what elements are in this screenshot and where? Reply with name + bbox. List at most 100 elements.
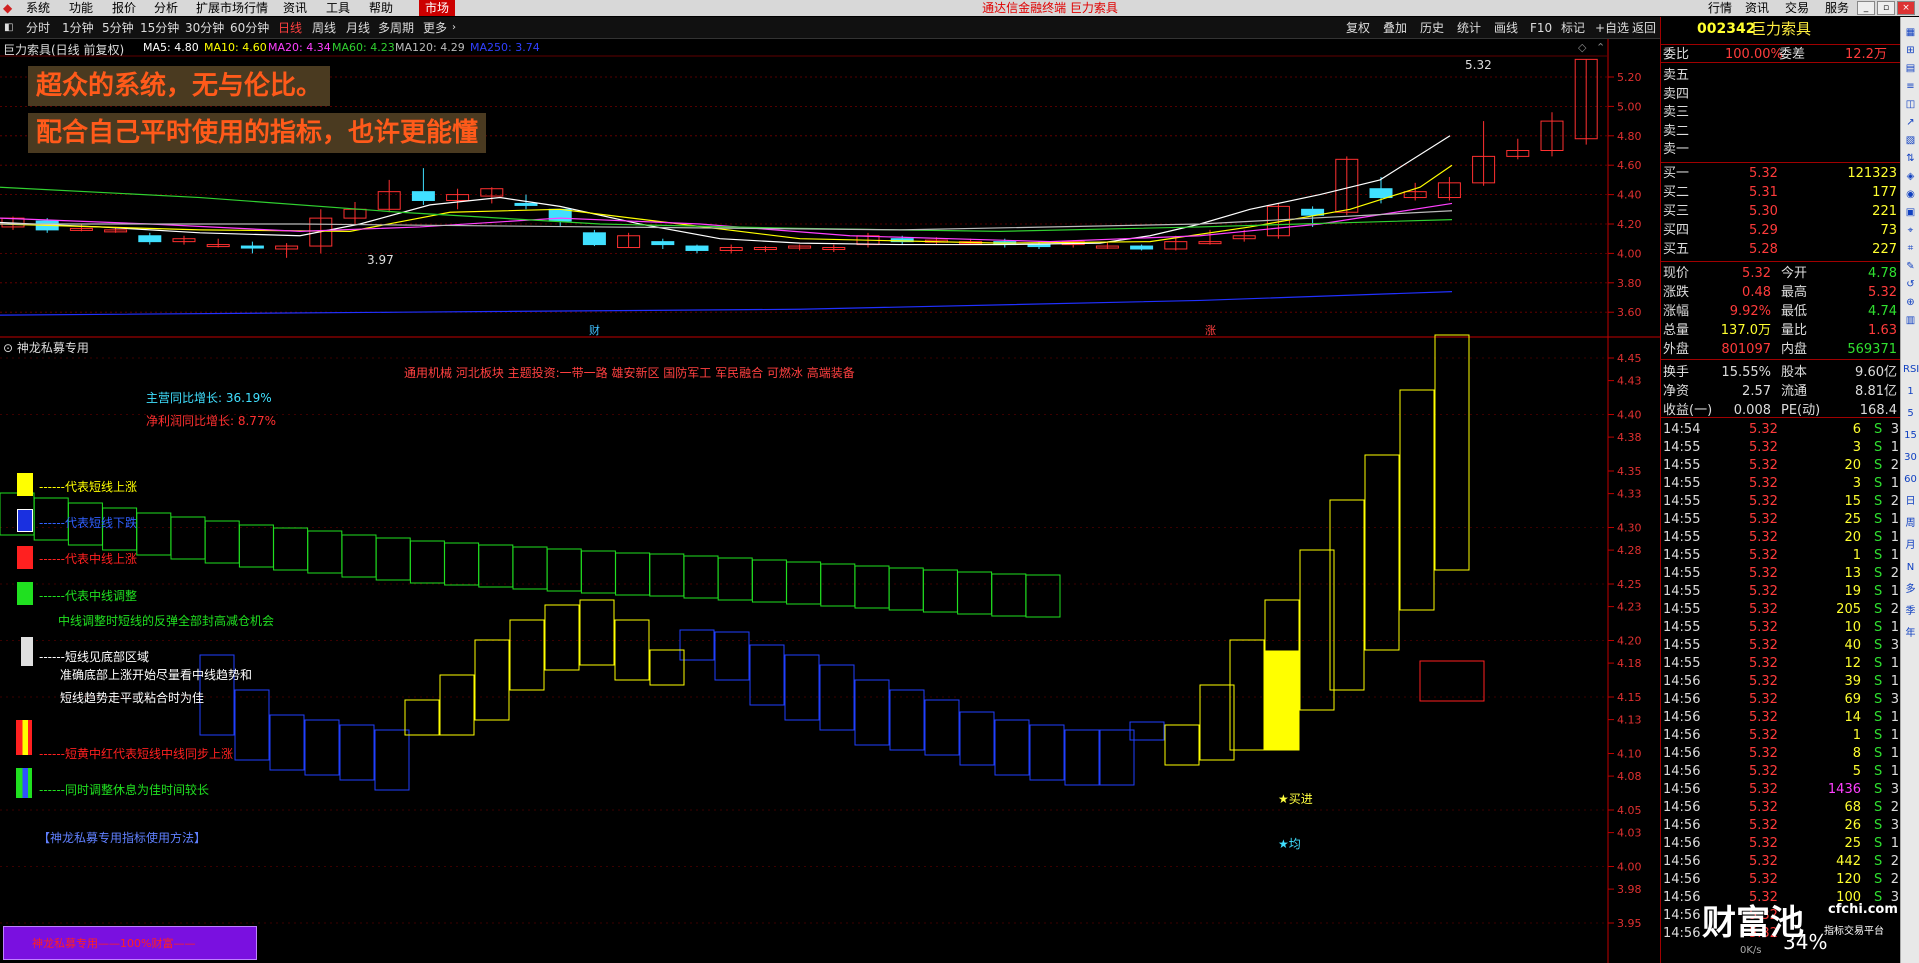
sidebar-period-12[interactable]: 年 xyxy=(1903,626,1918,641)
sidebar-tool-icon[interactable]: ⊕ xyxy=(1903,295,1918,310)
menu-service-right[interactable]: 服务 xyxy=(1825,0,1849,16)
sidebar-tool-icon[interactable]: ⇅ xyxy=(1903,151,1918,166)
legend-sync-rest: ------同时调整休息为佳时间较长 xyxy=(39,783,209,797)
sidebar-tool-icon[interactable]: ▧ xyxy=(1903,133,1918,148)
green-step xyxy=(273,527,309,571)
green-step xyxy=(820,563,856,607)
sidebar-tool-icon[interactable]: ⊞ xyxy=(1903,43,1918,58)
collapse-icon[interactable]: ⌃ xyxy=(1596,41,1605,54)
green-step xyxy=(341,534,377,578)
tick-side: S xyxy=(1874,440,1883,455)
yellow-step xyxy=(474,639,510,721)
sidebar-period-8[interactable]: 月 xyxy=(1903,538,1918,553)
menu-trade-right[interactable]: 交易 xyxy=(1785,0,1809,16)
sidebar-tool-icon[interactable]: ◫ xyxy=(1903,97,1918,112)
minimize-icon[interactable]: _ xyxy=(1857,1,1875,15)
close-icon[interactable]: × xyxy=(1897,1,1915,15)
tool-history-button[interactable]: 历史 xyxy=(1420,17,1444,39)
sidebar-period-4[interactable]: 30 xyxy=(1903,450,1918,465)
sidebar-tool-icon[interactable]: ◉ xyxy=(1903,187,1918,202)
sidebar-tool-icon[interactable]: ▣ xyxy=(1903,205,1918,220)
stat-label: 外盘 xyxy=(1663,342,1690,357)
chevron-right-icon[interactable]: › xyxy=(452,17,456,39)
indicator-toggle-icon[interactable]: ⊙ xyxy=(3,341,13,355)
sidebar-tool-icon[interactable]: ⌗ xyxy=(1903,241,1918,256)
period-tab-5min[interactable]: 5分钟 xyxy=(102,17,134,39)
sidebar-period-7[interactable]: 周 xyxy=(1903,516,1918,531)
finance-marker[interactable]: 财 xyxy=(589,322,600,338)
tool-f10-button[interactable]: F10 xyxy=(1530,17,1552,39)
sidebar-period-5[interactable]: 60 xyxy=(1903,472,1918,487)
tick-price: 5.32 xyxy=(1749,530,1778,545)
tick-volume: 442 xyxy=(1836,854,1861,869)
period-tab-30min[interactable]: 30分钟 xyxy=(185,17,224,39)
sidebar-tool-icon[interactable]: ▥ xyxy=(1903,313,1918,328)
sidebar-tool-icon[interactable]: ◈ xyxy=(1903,169,1918,184)
sidebar-period-9[interactable]: N xyxy=(1903,560,1918,575)
tick-count: 1 xyxy=(1890,530,1899,545)
menu-help[interactable]: 帮助 xyxy=(369,0,393,16)
candle-body xyxy=(548,208,572,222)
bid-row: 买一 5.32 121323 xyxy=(1661,164,1901,183)
stat-value: 2.57 xyxy=(1742,384,1771,399)
diamond-icon[interactable]: ◇ xyxy=(1578,41,1586,54)
bid-row: 买五 5.28 227 xyxy=(1661,240,1901,259)
menu-news[interactable]: 资讯 xyxy=(283,0,307,16)
sidebar-period-0[interactable]: RSI xyxy=(1903,362,1919,377)
tick-time: 14:55 xyxy=(1663,584,1701,599)
sidebar-tool-icon[interactable]: ↺ xyxy=(1903,277,1918,292)
stat-label: 内盘 xyxy=(1781,342,1808,357)
restore-icon[interactable]: ▫ xyxy=(1877,1,1895,15)
menu-system[interactable]: 系统 xyxy=(26,0,50,16)
stat-value: 569371 xyxy=(1847,342,1897,357)
tool-back-button[interactable]: 返回 xyxy=(1632,17,1656,39)
sidebar-tool-icon[interactable]: ↗ xyxy=(1903,115,1918,130)
method-link[interactable]: 【神龙私募专用指标使用方法】 xyxy=(38,829,206,846)
period-tab-monthly[interactable]: 月线 xyxy=(346,17,370,39)
tool-watchlist-button[interactable]: +自选 xyxy=(1595,17,1629,39)
sidebar-period-3[interactable]: 15 xyxy=(1903,428,1918,443)
tick-price: 5.32 xyxy=(1749,800,1778,815)
sidebar-tool-icon[interactable]: ⌖ xyxy=(1903,223,1918,238)
sidebar-period-1[interactable]: 1 xyxy=(1903,384,1918,399)
sidebar-period-6[interactable]: 日 xyxy=(1903,494,1918,509)
sidebar-period-2[interactable]: 5 xyxy=(1903,406,1918,421)
period-tab-weekly[interactable]: 周线 xyxy=(312,17,336,39)
tick-price: 5.32 xyxy=(1749,764,1778,779)
period-tab-intraday[interactable]: 分时 xyxy=(26,17,50,39)
tool-stats-button[interactable]: 统计 xyxy=(1457,17,1481,39)
menu-quotes-right[interactable]: 行情 xyxy=(1708,0,1732,16)
period-tab-15min[interactable]: 15分钟 xyxy=(140,17,179,39)
stat-value: 1.63 xyxy=(1868,323,1897,338)
ma20-label: MA20: 4.34 xyxy=(268,41,331,54)
tool-mark-button[interactable]: 标记 xyxy=(1561,17,1585,39)
tool-overlay-button[interactable]: 叠加 xyxy=(1383,17,1407,39)
panel-toggle-icon[interactable]: ◧ xyxy=(4,17,13,39)
period-tab-daily[interactable]: 日线 xyxy=(278,17,302,39)
tick-volume: 8 xyxy=(1852,746,1861,761)
menu-market[interactable]: 市场 xyxy=(419,0,456,16)
menu-news-right[interactable]: 资讯 xyxy=(1745,0,1769,16)
menu-tools[interactable]: 工具 xyxy=(326,0,350,16)
yellow-solid-step xyxy=(1264,650,1300,751)
menu-analysis[interactable]: 分析 xyxy=(154,0,178,16)
tick-price: 5.32 xyxy=(1749,818,1778,833)
tick-price: 5.32 xyxy=(1749,584,1778,599)
sidebar-tool-icon[interactable]: ✎ xyxy=(1903,259,1918,274)
tool-draw-button[interactable]: 画线 xyxy=(1494,17,1518,39)
sidebar-period-10[interactable]: 多 xyxy=(1903,582,1918,597)
sidebar-tool-icon[interactable]: ▦ xyxy=(1903,25,1918,40)
period-tab-more[interactable]: 更多 xyxy=(423,17,447,39)
period-tab-60min[interactable]: 60分钟 xyxy=(230,17,269,39)
sidebar-tool-icon[interactable]: ▤ xyxy=(1903,61,1918,76)
menu-extended-market[interactable]: 扩展市场行情 xyxy=(196,0,268,16)
limit-up-marker[interactable]: 涨 xyxy=(1205,322,1216,338)
tool-adjust-button[interactable]: 复权 xyxy=(1346,17,1370,39)
menu-quote[interactable]: 报价 xyxy=(112,0,136,16)
period-tab-multi[interactable]: 多周期 xyxy=(378,17,414,39)
sidebar-tool-icon[interactable]: ≡ xyxy=(1903,79,1918,94)
concept-tags: 通用机械 河北板块 主题投资:一带一路 雄安新区 国防军工 军民融合 可燃冰 高… xyxy=(404,366,855,380)
period-tab-1min[interactable]: 1分钟 xyxy=(62,17,94,39)
sidebar-period-11[interactable]: 季 xyxy=(1903,604,1918,619)
menu-function[interactable]: 功能 xyxy=(69,0,93,16)
